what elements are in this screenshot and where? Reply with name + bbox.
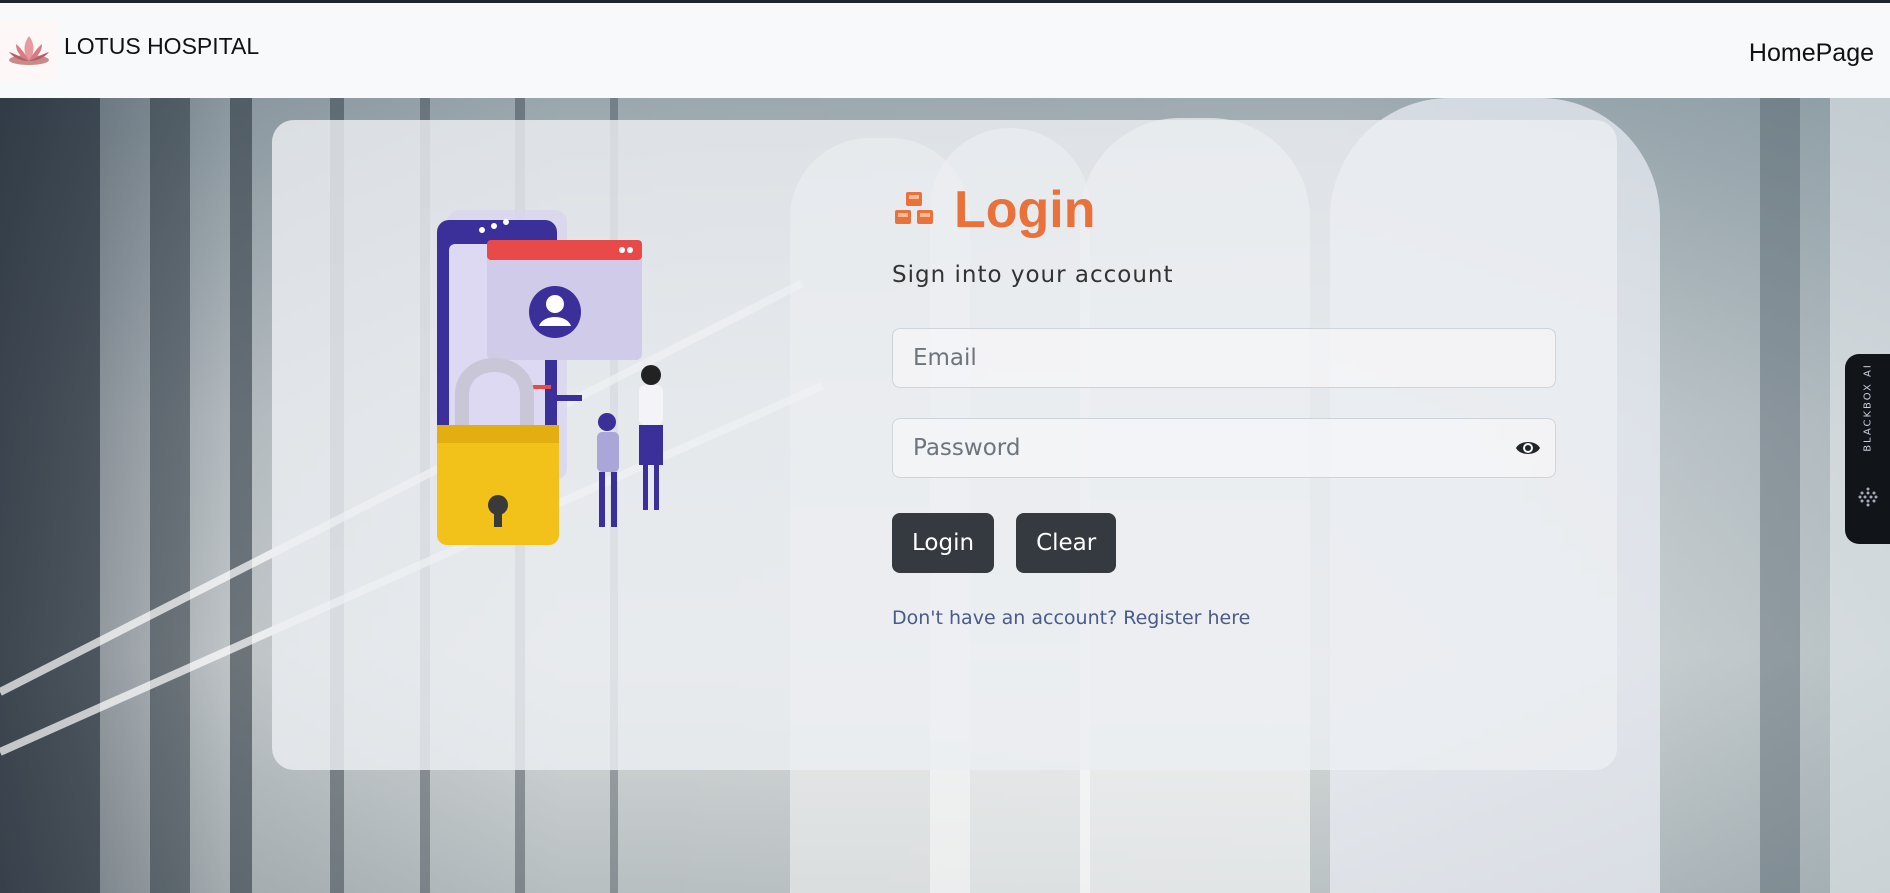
window-frame [150, 98, 190, 893]
window-frame [230, 98, 252, 893]
window-frame [1760, 98, 1800, 893]
page-title: Login [954, 181, 1096, 239]
security-illustration-icon [417, 200, 677, 600]
blackbox-ai-widget[interactable]: BLACKBOX AI [1845, 354, 1890, 544]
navbar: LOTUS HOSPITAL HomePage [0, 3, 1890, 98]
button-row: Login Clear [892, 513, 1562, 573]
eye-icon[interactable] [1515, 437, 1541, 459]
homepage-link[interactable]: HomePage [1749, 39, 1874, 68]
email-input[interactable] [893, 329, 1555, 387]
page-subtitle: Sign into your account [892, 262, 1174, 288]
cubes-icon [895, 192, 933, 224]
dots-icon [1858, 487, 1878, 507]
widget-label: BLACKBOX AI [1862, 363, 1874, 452]
register-prompt-line: Don't have an account? Register here [892, 607, 1562, 629]
login-button[interactable]: Login [892, 513, 995, 573]
login-card: Login Sign into your account Login Clear… [272, 120, 1617, 770]
email-field [892, 328, 1556, 388]
password-input[interactable] [893, 419, 1555, 477]
title-row: Login [892, 180, 1562, 240]
register-prompt: Don't have an account? [892, 607, 1118, 629]
brand[interactable]: LOTUS HOSPITAL [0, 19, 259, 81]
password-field [892, 418, 1556, 478]
clear-button[interactable]: Clear [1016, 513, 1117, 573]
brand-name: LOTUS HOSPITAL [64, 32, 260, 59]
window-frame [0, 98, 100, 893]
login-form: Login Sign into your account Login Clear… [892, 180, 1562, 629]
lotus-logo-icon [0, 19, 57, 81]
register-link[interactable]: Register here [1123, 607, 1250, 629]
